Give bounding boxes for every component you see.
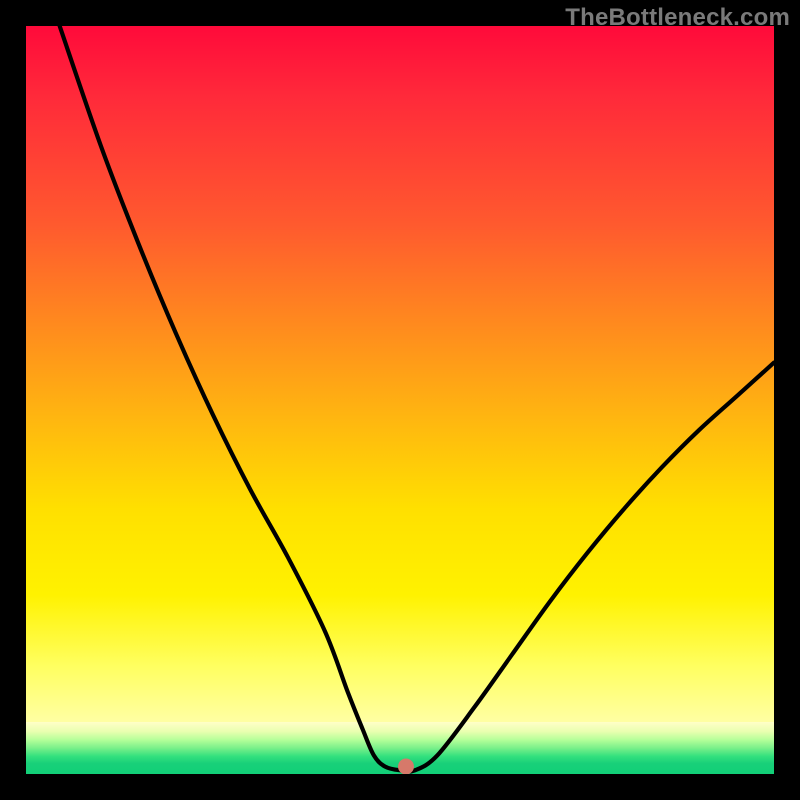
vertex-marker [398, 759, 414, 774]
chart-svg [26, 26, 774, 774]
outer-black-frame: TheBottleneck.com [0, 0, 800, 800]
watermark-text: TheBottleneck.com [565, 4, 790, 32]
bottleneck-curve-path [60, 26, 774, 772]
plot-area [26, 26, 774, 774]
